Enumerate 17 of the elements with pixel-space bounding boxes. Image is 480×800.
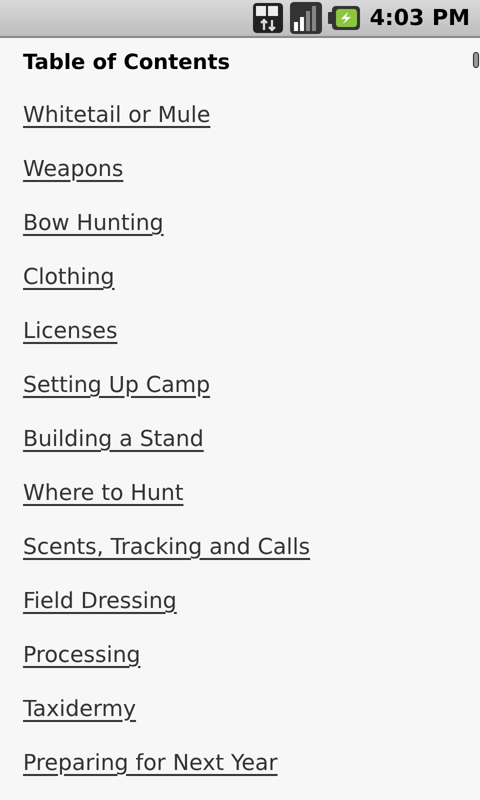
battery-charging-icon <box>328 5 360 31</box>
contents-link[interactable]: Licenses <box>23 317 118 347</box>
contents-link[interactable]: Whitetail or Mule <box>23 101 210 131</box>
contents-link[interactable]: Where to Hunt <box>23 479 184 509</box>
contents-link[interactable]: Taxidermy <box>23 695 136 725</box>
contents-link[interactable]: Processing <box>23 641 140 671</box>
contents-link[interactable]: Clothing <box>23 263 115 293</box>
scroll-indicator <box>473 52 479 68</box>
contents-link[interactable]: Bow Hunting <box>23 209 164 239</box>
contents-link[interactable]: Building a Stand <box>23 425 204 455</box>
contents-link[interactable]: Weapons <box>23 155 124 185</box>
contents-link[interactable]: Setting Up Camp <box>23 371 210 401</box>
status-time: 4:03 PM <box>370 4 470 32</box>
contents-link[interactable]: Field Dressing <box>23 587 177 617</box>
contents-link[interactable]: Preparing for Next Year <box>23 749 278 779</box>
page-heading: Table of Contents <box>23 49 230 76</box>
contents-link[interactable]: Scents, Tracking and Calls <box>23 533 310 563</box>
